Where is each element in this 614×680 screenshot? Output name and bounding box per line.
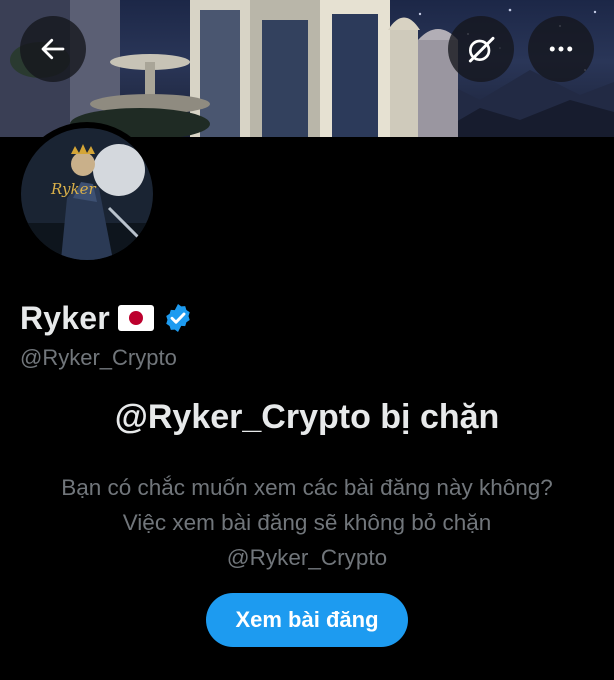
blocked-description-line2: Việc xem bài đăng sẽ không bỏ chặn <box>122 510 492 535</box>
avatar-image: Ryker <box>21 128 153 260</box>
back-button[interactable] <box>20 16 86 82</box>
display-name: Ryker <box>20 299 110 336</box>
profile-banner <box>0 0 614 137</box>
blocked-description: Bạn có chắc muốn xem các bài đăng này kh… <box>20 470 594 575</box>
avatar-signature: Ryker <box>50 180 96 198</box>
blocked-description-line3: @Ryker_Crypto <box>226 545 388 570</box>
avatar[interactable]: Ryker <box>15 122 159 266</box>
more-horizontal-icon <box>549 46 573 52</box>
verified-badge-icon[interactable] <box>162 302 194 334</box>
japan-flag-icon <box>117 305 154 331</box>
banner-image <box>0 0 614 137</box>
name-row: Ryker <box>20 296 194 340</box>
grok-icon <box>468 36 495 63</box>
blocked-title: @Ryker_Crypto bị chặn <box>114 398 500 436</box>
more-button[interactable] <box>528 16 594 82</box>
profile-handle: @Ryker_Crypto <box>20 345 177 370</box>
view-posts-button[interactable]: Xem bài đăng <box>206 593 408 647</box>
grok-button[interactable] <box>448 16 514 82</box>
arrow-left-icon <box>41 38 65 60</box>
blocked-description-line1: Bạn có chắc muốn xem các bài đăng này kh… <box>61 475 553 500</box>
